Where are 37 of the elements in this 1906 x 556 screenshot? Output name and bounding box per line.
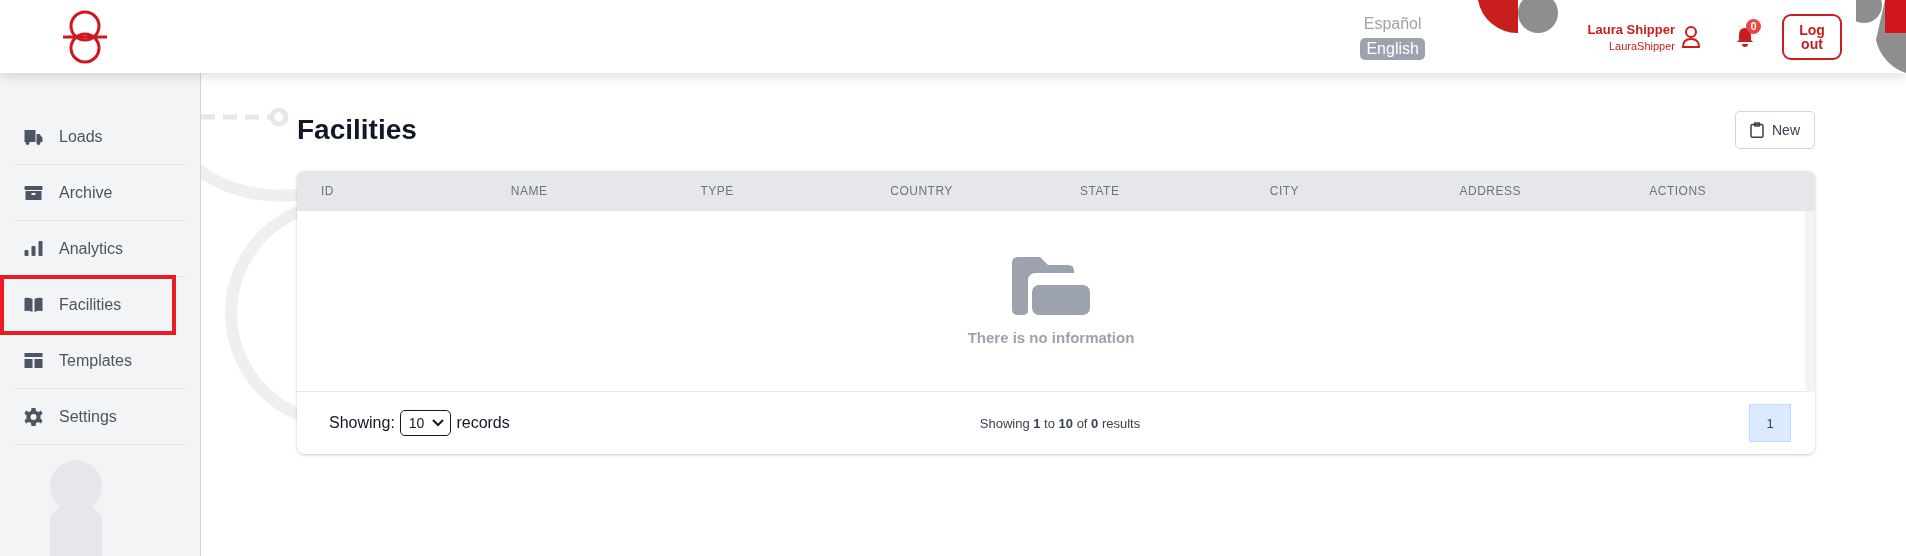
sidebar-item[interactable]: Templates: [14, 333, 186, 389]
user-handle: LauraShipper: [1608, 39, 1675, 52]
results-summary: Showing 1 to 10 of 0 results: [979, 415, 1141, 431]
empty-message: There is no information: [967, 328, 1135, 346]
showing-label: Showing:: [329, 414, 395, 432]
notification-count: 0: [1746, 18, 1761, 34]
column-header: TYPE: [699, 184, 735, 198]
records-label: records: [456, 414, 510, 432]
page-button[interactable]: 1: [1749, 404, 1791, 442]
column-header: COUNTRY: [889, 184, 954, 198]
column-header: ID: [320, 184, 335, 198]
sidebar-item[interactable]: Analytics: [14, 221, 186, 277]
column-header: ADDRESS: [1458, 184, 1522, 198]
column-header: STATE: [1079, 184, 1121, 198]
sidebar-item[interactable]: Settings: [14, 389, 186, 445]
column-header: NAME: [509, 184, 549, 198]
truck-icon: [24, 127, 43, 146]
sidebar-item[interactable]: Archive: [14, 165, 186, 221]
user-icon[interactable]: [1681, 24, 1701, 49]
page-title: Facilities: [297, 114, 417, 146]
sidebar-item[interactable]: Facilities: [2, 277, 174, 333]
logout-button[interactable]: Log out: [1782, 13, 1842, 60]
clipboard-icon: [1750, 122, 1764, 138]
column-header: CITY: [1268, 184, 1301, 198]
logo-icon: [60, 8, 110, 65]
chevron-down-icon: [432, 419, 445, 427]
sidebar-item[interactable]: Loads: [14, 109, 186, 165]
archive-box-icon: [24, 183, 43, 202]
layout-icon: [24, 351, 43, 370]
book-icon: [24, 295, 43, 314]
column-header: ACTIONS: [1648, 184, 1708, 198]
new-button[interactable]: New: [1735, 111, 1815, 149]
bar-chart-icon: [24, 239, 43, 258]
folder-icon: [1012, 256, 1090, 315]
user-name: Laura Shipper: [1587, 21, 1675, 37]
page-size-select[interactable]: 10: [399, 410, 452, 436]
settings-icon: [24, 407, 43, 426]
